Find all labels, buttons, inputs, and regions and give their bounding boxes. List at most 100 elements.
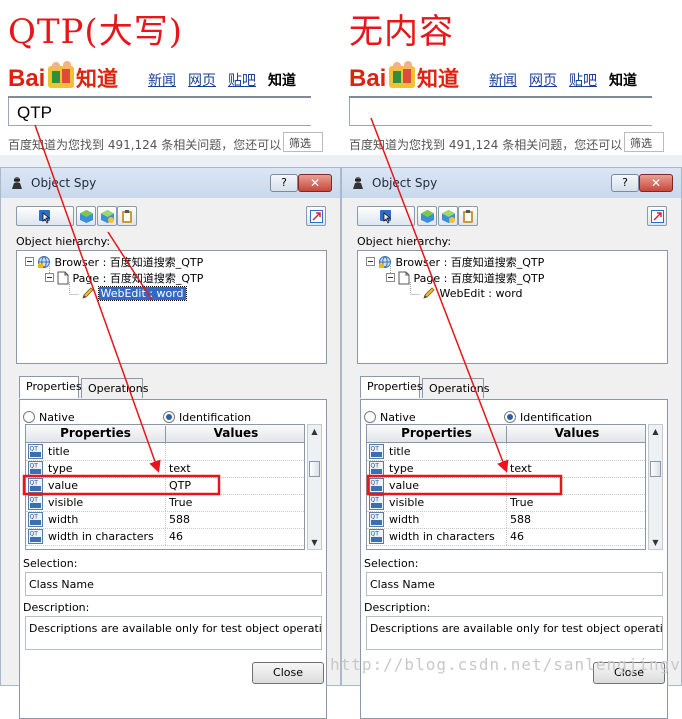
add-to-repository-button[interactable] xyxy=(97,206,117,226)
selection-field[interactable]: Class Name xyxy=(25,572,322,596)
table-row[interactable]: QT value QTP xyxy=(26,477,304,495)
nav-link-news[interactable]: 新闻 xyxy=(148,73,176,89)
highlight-button[interactable] xyxy=(417,206,437,226)
qtp-property-icon: QT xyxy=(369,512,384,527)
tree-node-page[interactable]: Page : 百度知道搜索_QTP xyxy=(398,270,544,286)
tab-operations[interactable]: Operations xyxy=(422,378,489,398)
highlight-button[interactable] xyxy=(76,206,96,226)
description-label: Description: xyxy=(23,601,90,614)
pointing-hand-button[interactable] xyxy=(357,206,415,226)
scroll-up-icon[interactable]: ▲ xyxy=(308,425,321,438)
radio-native[interactable]: Native xyxy=(23,411,75,424)
description-label: Description: xyxy=(364,601,431,614)
properties-grid[interactable]: Properties Values QT title QT type text xyxy=(25,424,305,550)
pin-window-button[interactable] xyxy=(647,206,667,226)
close-button[interactable]: Close xyxy=(252,662,324,684)
copy-to-clipboard-button[interactable] xyxy=(458,206,478,226)
table-row[interactable]: QT width in characters 46 xyxy=(26,528,304,546)
property-name: type xyxy=(389,462,414,475)
title-bar[interactable]: Object Spy ? ✕ xyxy=(342,168,681,198)
baidu-zhidao-logo[interactable]: Bai 知道 xyxy=(349,60,471,94)
object-hierarchy-tree[interactable]: Browser : 百度知道搜索_QTP Page : 百度知道搜索_QTP W… xyxy=(357,250,668,364)
table-row[interactable]: QT type text xyxy=(367,460,645,478)
copy-to-clipboard-button[interactable] xyxy=(117,206,137,226)
property-name-cell: QT value xyxy=(26,477,166,494)
scroll-thumb[interactable] xyxy=(309,461,320,477)
properties-grid[interactable]: Properties Values QT title QT type text xyxy=(366,424,646,550)
svg-text:QT: QT xyxy=(371,531,380,538)
table-row[interactable]: QT visible True xyxy=(26,494,304,512)
tab-properties[interactable]: Properties xyxy=(360,376,423,398)
qtp-property-icon: QT xyxy=(369,478,384,493)
window-close-button[interactable]: ✕ xyxy=(639,174,673,192)
radio-native-circle xyxy=(364,411,376,423)
svg-text:QT: QT xyxy=(371,497,380,504)
qtp-property-icon: QT xyxy=(369,444,384,459)
radio-native-label: Native xyxy=(39,411,75,424)
table-row[interactable]: QT type text xyxy=(26,460,304,478)
radio-native-circle xyxy=(23,411,35,423)
filter-button[interactable]: 筛选 xyxy=(624,132,664,152)
tree-node-browser[interactable]: Browser : 百度知道搜索_QTP xyxy=(37,254,203,270)
property-name-cell: QT width xyxy=(367,511,507,528)
table-row[interactable]: QT width 588 xyxy=(367,511,645,529)
radio-identification[interactable]: Identification xyxy=(163,411,251,424)
svg-text:知道: 知道 xyxy=(417,67,459,91)
table-row[interactable]: QT title xyxy=(26,443,304,461)
nav-link-web[interactable]: 网页 xyxy=(188,73,216,89)
help-button[interactable]: ? xyxy=(270,174,298,192)
tree-node-webedit[interactable]: WebEdit : word xyxy=(422,286,523,300)
radio-identification[interactable]: Identification xyxy=(504,411,592,424)
object-hierarchy-tree[interactable]: Browser : 百度知道搜索_QTP Page : 百度知道搜索_QTP W… xyxy=(16,250,327,364)
window-close-button[interactable]: ✕ xyxy=(298,174,332,192)
scroll-down-icon[interactable]: ▼ xyxy=(308,536,321,549)
table-row[interactable]: QT width 588 xyxy=(26,511,304,529)
filter-button[interactable]: 筛选 xyxy=(283,132,323,152)
svg-text:Bai: Bai xyxy=(349,65,386,92)
tab-operations[interactable]: Operations xyxy=(81,378,148,398)
grid-scrollbar[interactable]: ▲ ▼ xyxy=(648,424,663,550)
property-name: width xyxy=(389,513,420,526)
tree-node-browser[interactable]: Browser : 百度知道搜索_QTP xyxy=(378,254,544,270)
selection-field[interactable]: Class Name xyxy=(366,572,663,596)
svg-text:知道: 知道 xyxy=(76,67,118,91)
spy-agent-icon xyxy=(12,177,22,189)
page-icon xyxy=(57,271,69,285)
tree-node-page[interactable]: Page : 百度知道搜索_QTP xyxy=(57,270,203,286)
tree-node-webedit[interactable]: WebEdit : word xyxy=(81,286,187,301)
table-row[interactable]: QT width in characters 46 xyxy=(367,528,645,546)
clipboard-icon xyxy=(122,210,132,223)
grid-header: Properties Values xyxy=(367,425,645,443)
table-row[interactable]: QT visible True xyxy=(367,494,645,512)
pin-window-button[interactable] xyxy=(306,206,326,226)
svg-text:QT: QT xyxy=(371,514,380,521)
nav-link-tieba[interactable]: 贴吧 xyxy=(569,73,597,89)
property-value: 588 xyxy=(510,513,531,526)
title-bar[interactable]: Object Spy ? ✕ xyxy=(1,168,340,198)
table-row[interactable]: QT value xyxy=(367,477,645,495)
grid-scrollbar[interactable]: ▲ ▼ xyxy=(307,424,322,550)
scroll-up-icon[interactable]: ▲ xyxy=(649,425,662,438)
search-input[interactable]: QTP xyxy=(8,96,311,126)
header-properties: Properties xyxy=(26,426,166,442)
property-value: True xyxy=(510,496,534,509)
scroll-thumb[interactable] xyxy=(650,461,661,477)
pointing-hand-button[interactable] xyxy=(16,206,74,226)
cube-add-icon xyxy=(442,210,455,223)
help-button[interactable]: ? xyxy=(611,174,639,192)
radio-native[interactable]: Native xyxy=(364,411,416,424)
search-input[interactable] xyxy=(349,96,652,126)
add-to-repository-button[interactable] xyxy=(438,206,458,226)
baidu-zhidao-logo[interactable]: Bai 知道 xyxy=(8,60,130,94)
table-row[interactable]: QT title xyxy=(367,443,645,461)
qtp-property-icon: QT xyxy=(369,529,384,544)
pencil-icon xyxy=(82,287,94,299)
tab-properties[interactable]: Properties xyxy=(19,376,82,398)
nav-link-news[interactable]: 新闻 xyxy=(489,73,517,89)
qtp-property-icon: QT xyxy=(28,478,43,493)
tree-node-webedit-label: WebEdit : word xyxy=(439,287,523,300)
scroll-down-icon[interactable]: ▼ xyxy=(649,536,662,549)
nav-link-tieba[interactable]: 贴吧 xyxy=(228,73,256,89)
nav-link-web[interactable]: 网页 xyxy=(529,73,557,89)
qtp-property-icon: QT xyxy=(28,529,43,544)
